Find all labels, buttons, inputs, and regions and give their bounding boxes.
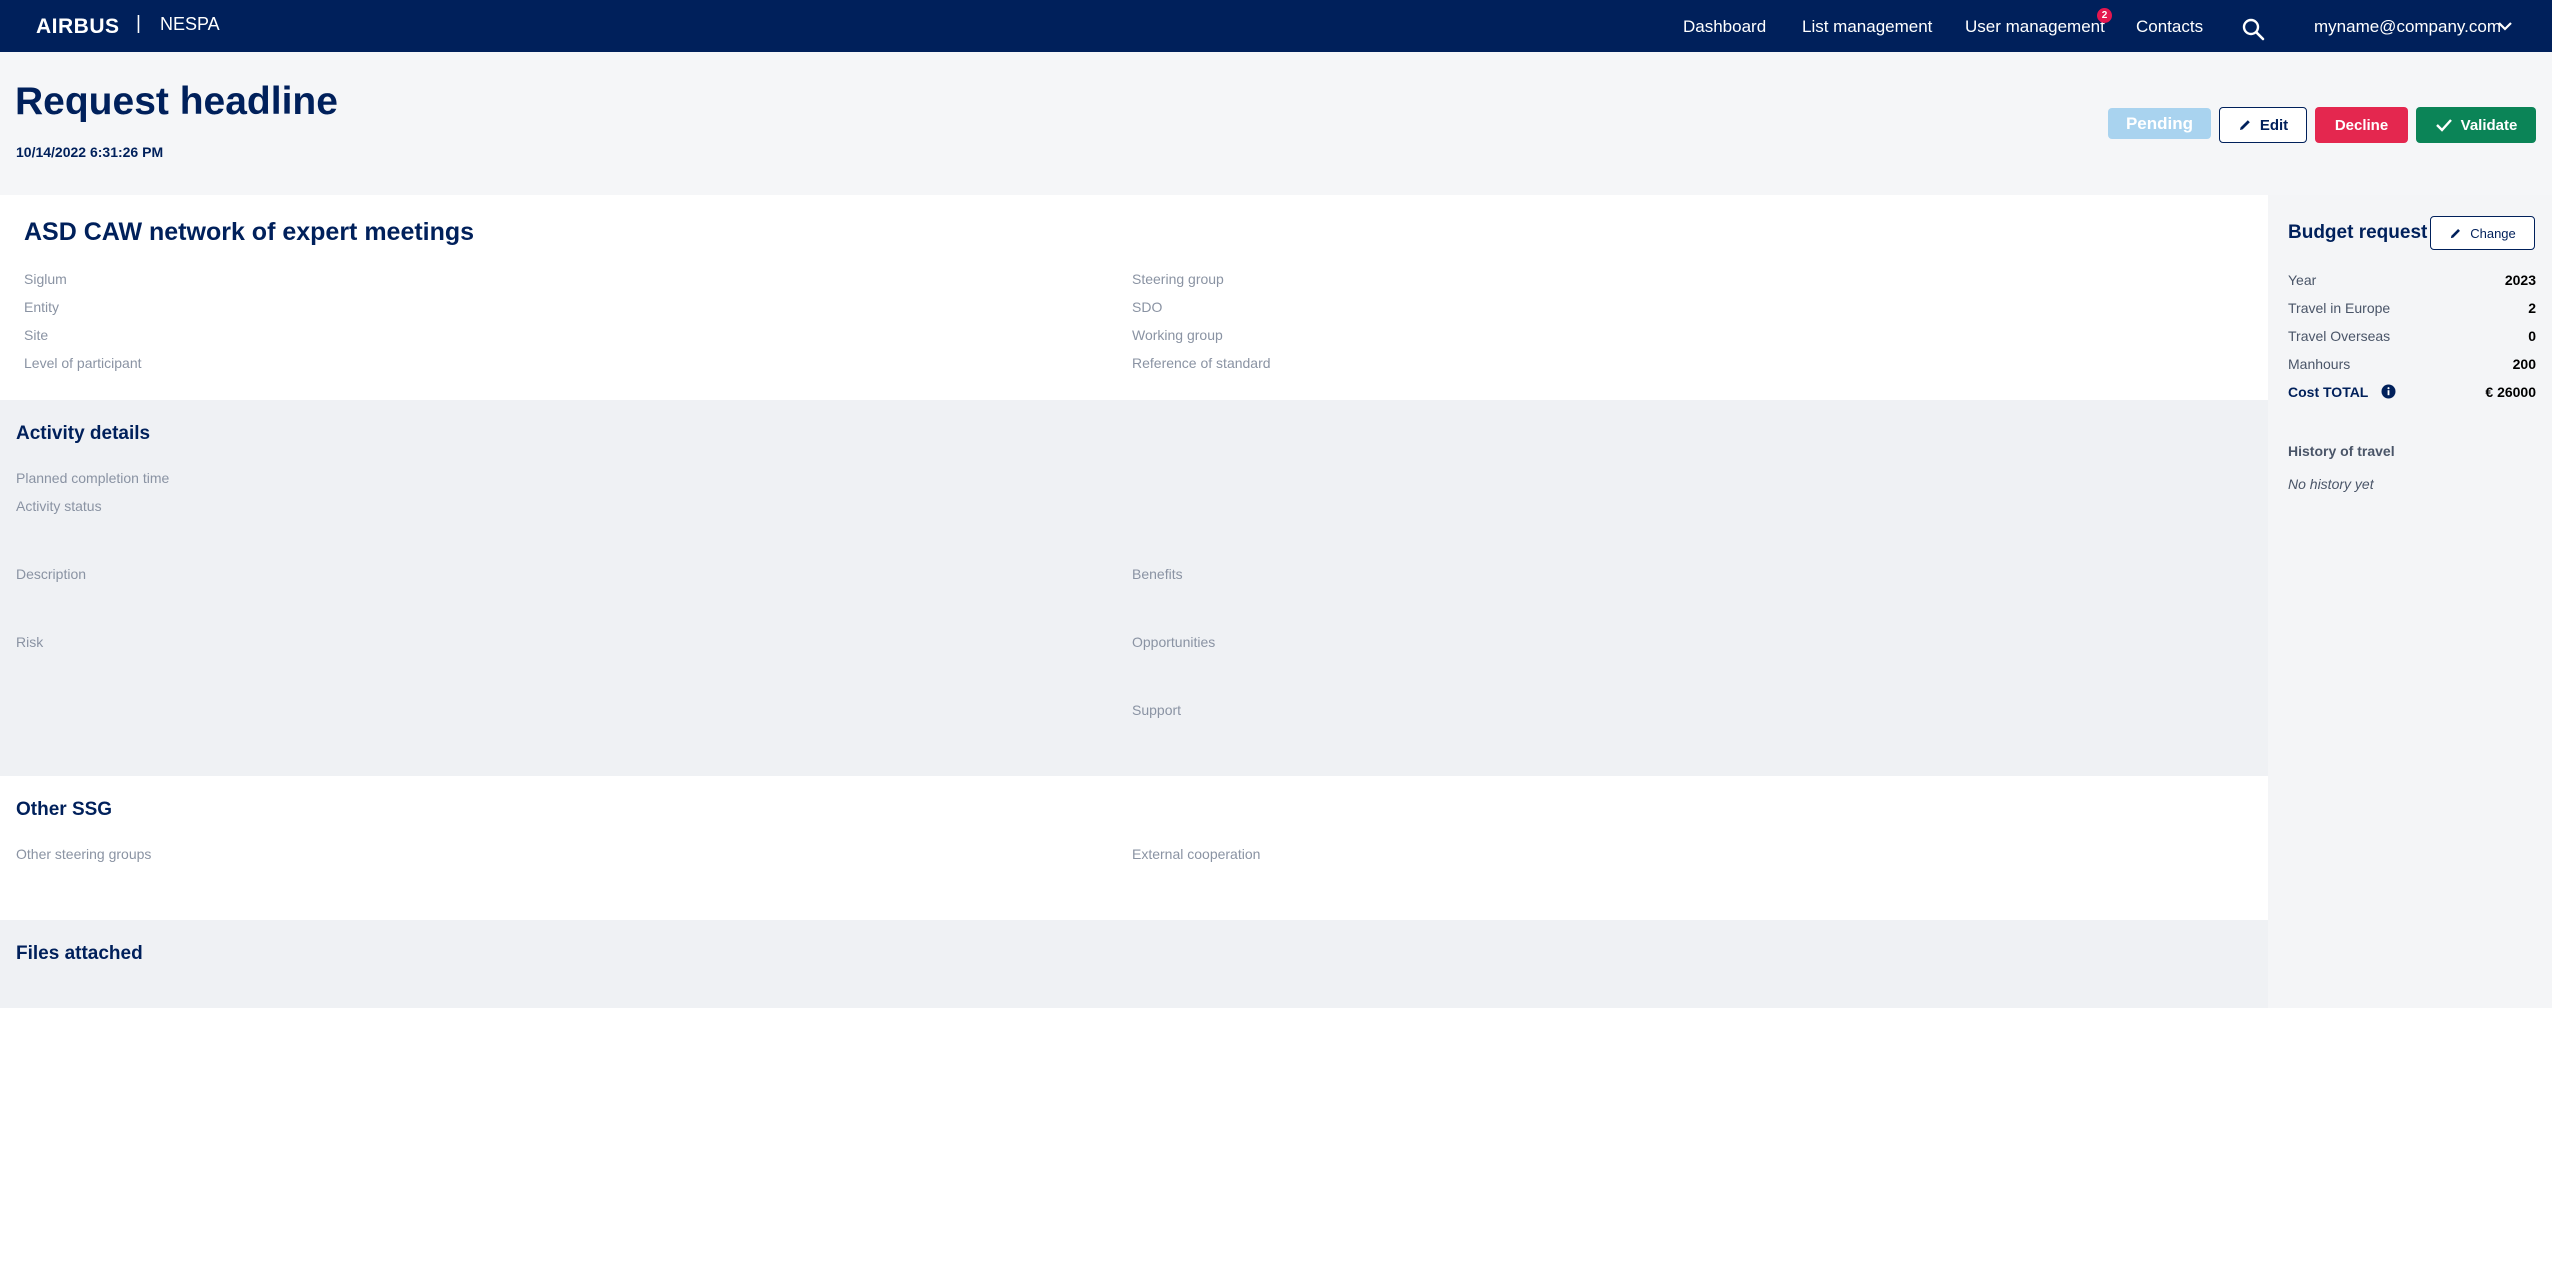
pencil-icon — [2239, 120, 2250, 130]
product-name[interactable]: NESPA — [160, 14, 220, 35]
request-title: ASD CAW network of expert meetings — [24, 218, 475, 246]
budget-total-value: € 26000 — [2485, 384, 2536, 400]
checkmark-icon — [2435, 119, 2452, 132]
field-external-cooperation: External cooperation — [1132, 846, 1261, 862]
budget-total-label: Cost TOTAL — [2288, 384, 2369, 400]
activity-details-title: Activity details — [16, 423, 151, 444]
user-menu[interactable]: myname@company.com — [2314, 17, 2501, 37]
budget-manhours-label: Manhours — [2288, 356, 2351, 372]
validate-label: Validate — [2460, 116, 2518, 134]
edit-button[interactable]: Edit — [2219, 107, 2307, 143]
field-other-steering-groups: Other steering groups — [16, 846, 152, 862]
history-empty-text: No history yet — [2288, 476, 2374, 492]
change-budget-button[interactable]: Change — [2430, 216, 2535, 250]
budget-year-label: Year — [2288, 272, 2317, 288]
decline-label: Decline — [2334, 116, 2389, 134]
pending-status-button[interactable]: Pending — [2108, 108, 2211, 139]
field-working-group: Working group — [1132, 327, 1223, 343]
top-navbar: AIRBUS | NESPA Dashboard List management… — [0, 0, 2552, 52]
field-steering-group: Steering group — [1132, 271, 1224, 287]
field-reference-of-standard: Reference of standard — [1132, 355, 1271, 371]
field-entity: Entity — [24, 299, 60, 315]
request-date: 10/14/2022 6:31:26 PM — [16, 144, 164, 160]
budget-travel-europe-value: 2 — [2528, 300, 2536, 316]
budget-travel-overseas-label: Travel Overseas — [2288, 328, 2391, 344]
field-risk: Risk — [16, 634, 44, 650]
budget-travel-europe-label: Travel in Europe — [2288, 300, 2391, 316]
budget-year-value: 2023 — [2504, 272, 2536, 288]
search-icon[interactable] — [2241, 17, 2265, 41]
nav-list-management[interactable]: List management — [1802, 17, 1932, 37]
brand-separator: | — [136, 13, 141, 34]
field-level-of-participant: Level of participant — [24, 355, 142, 371]
edit-label: Edit — [2259, 116, 2289, 134]
other-ssg-title: Other SSG — [16, 799, 113, 820]
airbus-logo[interactable]: AIRBUS — [36, 15, 120, 39]
budget-travel-overseas-value: 0 — [2528, 328, 2536, 344]
field-benefits: Benefits — [1132, 566, 1183, 582]
field-activity-status: Activity status — [16, 498, 102, 514]
decline-button[interactable]: Decline — [2315, 107, 2408, 143]
budget-manhours-value: 200 — [2512, 356, 2536, 372]
field-site: Site — [24, 327, 49, 343]
nav-dashboard[interactable]: Dashboard — [1683, 17, 1766, 37]
info-icon[interactable] — [2381, 384, 2396, 399]
page-title: Request headline — [15, 80, 338, 123]
field-support: Support — [1132, 702, 1182, 718]
notification-badge: 2 — [2097, 8, 2112, 23]
chevron-down-icon[interactable] — [2497, 20, 2513, 32]
field-siglum: Siglum — [24, 271, 67, 287]
pencil-icon — [2451, 228, 2461, 238]
field-description: Description — [16, 566, 87, 582]
activity-details-section — [0, 400, 2268, 776]
files-attached-title: Files attached — [16, 943, 143, 964]
nav-user-management[interactable]: User management — [1965, 17, 2105, 37]
pending-label: Pending — [2125, 113, 2194, 133]
field-opportunities: Opportunities — [1132, 634, 1216, 650]
nav-contacts[interactable]: Contacts — [2136, 17, 2203, 37]
change-label: Change — [2470, 225, 2516, 241]
history-of-travel-title: History of travel — [2288, 443, 2395, 459]
field-planned-completion-time: Planned completion time — [16, 470, 170, 486]
field-sdo: SDO — [1132, 299, 1163, 315]
budget-panel — [2268, 195, 2552, 1008]
budget-request-title: Budget request — [2288, 222, 2428, 243]
validate-button[interactable]: Validate — [2416, 107, 2536, 143]
files-attached-section — [0, 920, 2268, 1008]
